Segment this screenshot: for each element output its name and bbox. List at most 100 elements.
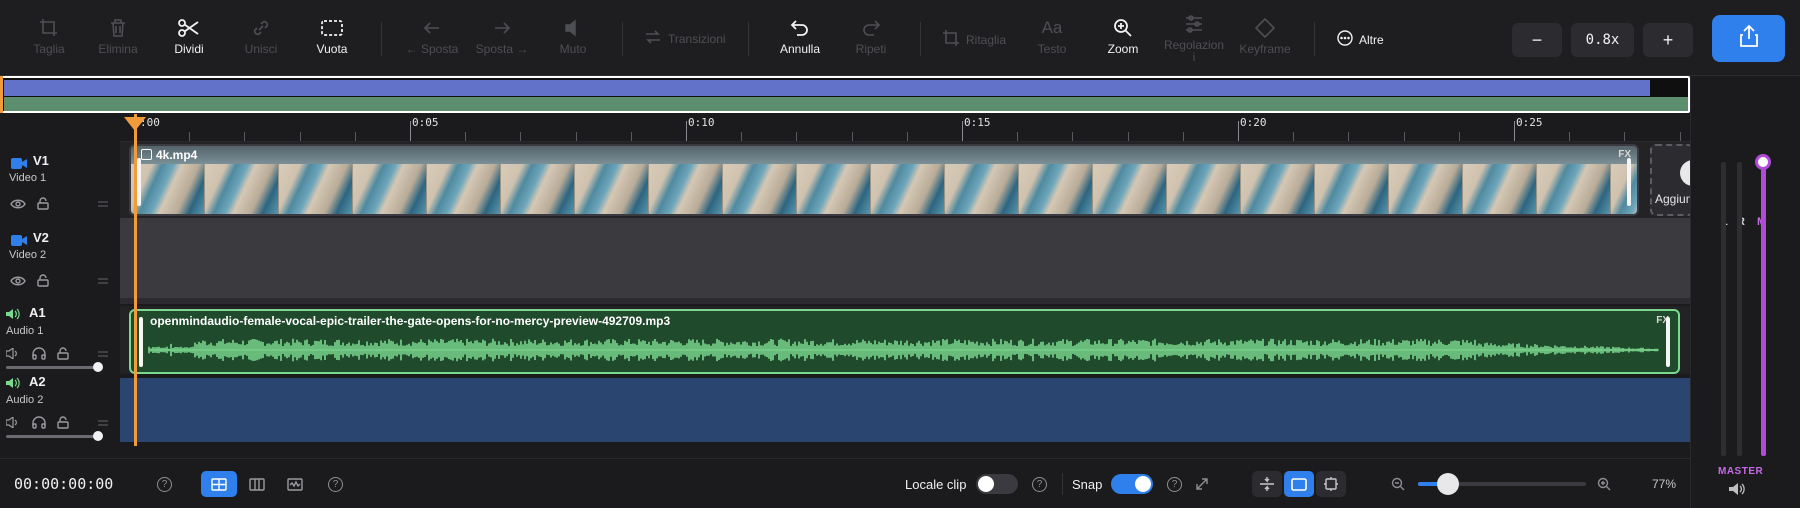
help-button[interactable]: ? xyxy=(157,459,172,508)
drag-handle-icon[interactable] xyxy=(98,200,108,208)
keyframe-button[interactable]: Keyframe xyxy=(1228,14,1302,56)
ruler-tick xyxy=(410,121,411,141)
mute-label: Muto xyxy=(559,42,587,56)
lock-icon[interactable] xyxy=(37,274,49,287)
eye-icon[interactable] xyxy=(10,198,26,210)
columns-view-button[interactable] xyxy=(239,471,275,497)
zoom-slider-knob[interactable] xyxy=(1437,473,1460,495)
zoom-button[interactable]: Zoom xyxy=(1086,14,1160,56)
fit-height-button[interactable] xyxy=(1252,471,1282,497)
waveform-view-button[interactable] xyxy=(277,471,313,497)
volume-knob[interactable] xyxy=(93,362,103,372)
drag-handle-icon[interactable] xyxy=(98,419,108,427)
video-track-2-lane[interactable] xyxy=(120,218,1690,300)
headphones-icon[interactable] xyxy=(32,416,46,429)
audio-track-2-lane[interactable] xyxy=(120,378,1690,442)
ruler-tick xyxy=(686,121,687,141)
delete-button[interactable]: Elimina xyxy=(81,14,155,56)
audio-trim-right-handle[interactable] xyxy=(1666,317,1670,367)
zoom-in-button[interactable]: + xyxy=(1643,23,1693,57)
volume-slider-a1[interactable] xyxy=(6,362,103,372)
toggle-switch[interactable] xyxy=(976,474,1018,494)
mute-button[interactable]: Muto xyxy=(536,14,610,56)
ruler-tick xyxy=(465,132,467,141)
ruler-tick xyxy=(1624,132,1626,141)
playhead-marker[interactable] xyxy=(124,117,146,131)
text-button[interactable]: Aa Testo xyxy=(1015,14,1089,56)
join-button[interactable]: Unisci xyxy=(224,14,298,56)
more-button[interactable]: Altre xyxy=(1337,30,1384,49)
ruler-tick xyxy=(1182,132,1184,141)
audio-clip-name: openmindaudio-female-vocal-epic-trailer-… xyxy=(150,314,671,328)
headphones-icon[interactable] xyxy=(32,347,46,360)
track-name-a2: A2 xyxy=(29,374,46,389)
add-clip-button[interactable]: Aggiun xyxy=(1650,144,1694,216)
split-button[interactable]: Dividi xyxy=(152,14,226,56)
video-thumbnail xyxy=(723,164,797,214)
split-label: Dividi xyxy=(174,42,204,56)
snap-label: Snap xyxy=(1072,459,1102,508)
volume-knob[interactable] xyxy=(93,431,103,441)
help-button[interactable]: ? xyxy=(1032,459,1047,508)
delete-label: Elimina xyxy=(98,42,138,56)
time-ruler[interactable]: :00 0:05 0:10 0:15 0:20 0:25 xyxy=(120,114,1690,142)
ruler-tick xyxy=(1293,132,1295,141)
help-button[interactable]: ? xyxy=(1167,459,1182,508)
video-trim-left-handle[interactable] xyxy=(137,158,141,206)
zoom-out-button[interactable]: − xyxy=(1512,23,1562,57)
crop-label: Ritaglia xyxy=(966,32,1007,47)
track-header-a2: A2 Audio 2 xyxy=(0,374,120,444)
master-label: MASTER xyxy=(1718,466,1764,477)
cut-button[interactable]: Taglia xyxy=(12,14,86,56)
ruler-tick xyxy=(1238,121,1239,141)
drag-handle-icon[interactable] xyxy=(98,350,108,358)
volume-icon[interactable] xyxy=(6,417,20,428)
local-clip-toggle[interactable] xyxy=(976,459,1018,508)
lock-icon[interactable] xyxy=(57,347,69,360)
fit-all-button[interactable] xyxy=(1316,471,1346,497)
overview-handle[interactable] xyxy=(0,76,3,113)
zoom-slider-track xyxy=(1418,473,1586,495)
redo-button[interactable]: Ripeti xyxy=(834,14,908,56)
speaker-icon[interactable] xyxy=(1729,482,1747,501)
help-icon: ? xyxy=(157,476,172,492)
undo-icon xyxy=(789,14,811,42)
master-fader-knob[interactable] xyxy=(1755,154,1771,170)
eye-icon[interactable] xyxy=(10,275,26,287)
lock-icon[interactable] xyxy=(57,416,69,429)
video-trim-right-handle[interactable] xyxy=(1627,158,1631,206)
audio-trim-left-handle[interactable] xyxy=(139,317,143,367)
adjust-button[interactable]: Regolazion i xyxy=(1157,10,1231,63)
transitions-button[interactable]: Transizioni xyxy=(644,29,726,48)
zoom-in-small-button[interactable] xyxy=(1597,459,1611,508)
move-left-button[interactable]: ← Sposta xyxy=(392,14,472,56)
move-right-button[interactable]: Sposta → xyxy=(462,14,542,56)
export-button[interactable] xyxy=(1712,15,1785,62)
redo-icon xyxy=(860,14,882,42)
audio-clip[interactable]: openmindaudio-female-vocal-epic-trailer-… xyxy=(129,309,1680,374)
timeline-overview[interactable] xyxy=(0,76,1690,113)
snap-text: Snap xyxy=(1072,476,1103,492)
video-clip[interactable]: 4k.mp4 FX xyxy=(129,144,1639,216)
drag-handle-icon[interactable] xyxy=(98,277,108,285)
snap-toggle[interactable] xyxy=(1111,459,1153,508)
video-thumbnail xyxy=(1537,164,1611,214)
undo-button[interactable]: Annulla xyxy=(763,14,837,56)
crop-button[interactable]: Ritaglia xyxy=(942,29,1006,50)
zoom-out-small-button[interactable] xyxy=(1391,459,1405,508)
master-fader[interactable] xyxy=(1761,162,1766,456)
lock-icon[interactable] xyxy=(37,197,49,210)
volume-slider-a2[interactable] xyxy=(6,431,103,441)
timeline-zoom-slider[interactable] xyxy=(1418,459,1586,508)
help-button[interactable]: ? xyxy=(328,459,343,508)
empty-button[interactable]: Vuota xyxy=(295,14,369,56)
toggle-knob xyxy=(978,476,994,492)
grid-view-button[interactable] xyxy=(201,471,237,497)
toggle-switch[interactable] xyxy=(1111,474,1153,494)
fit-window-button[interactable] xyxy=(1284,471,1314,497)
playhead[interactable] xyxy=(134,114,137,446)
expand-diagonal-button[interactable] xyxy=(1195,459,1209,508)
video-thumbnail xyxy=(1241,164,1315,214)
film-icon xyxy=(141,149,152,160)
volume-icon[interactable] xyxy=(6,348,20,359)
